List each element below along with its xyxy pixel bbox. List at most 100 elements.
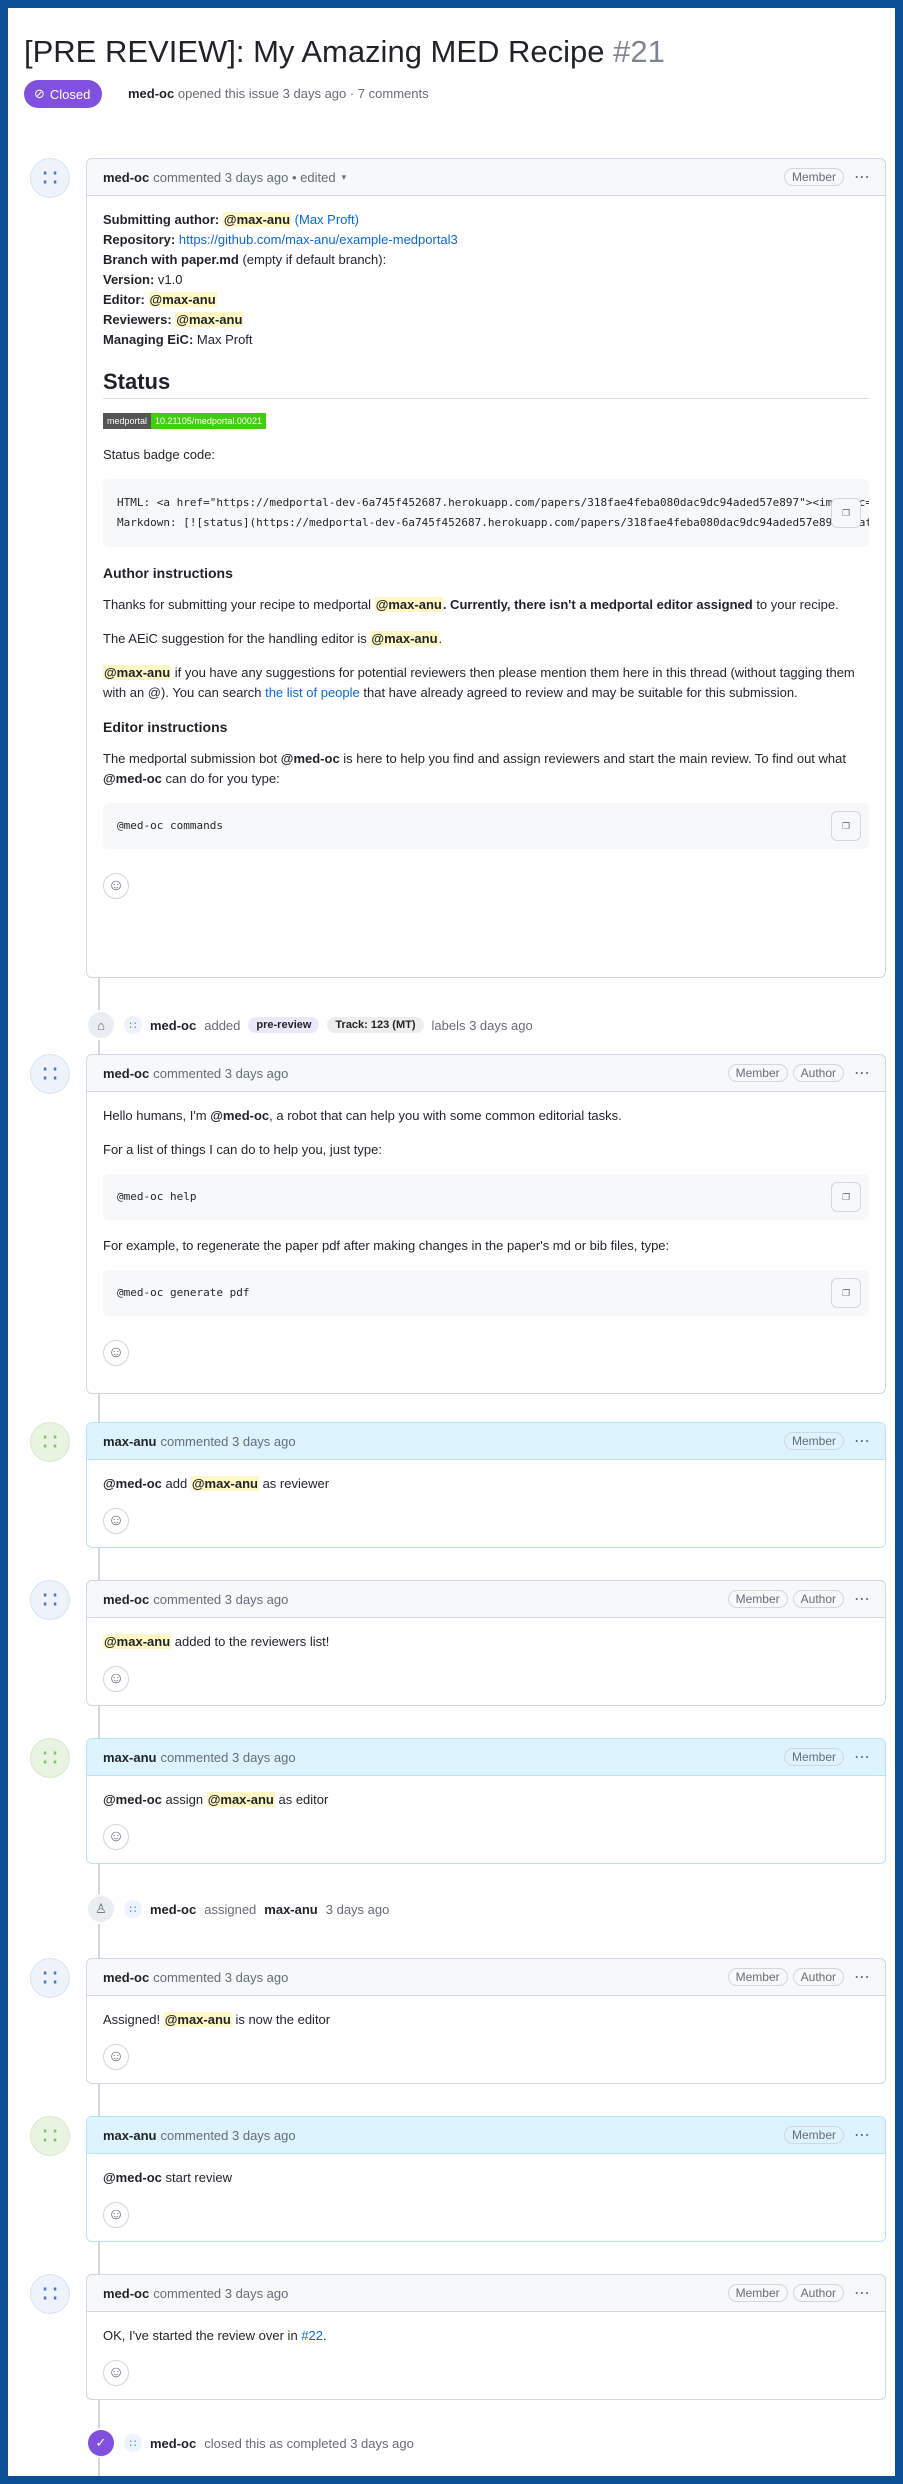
comment-meta[interactable]: commented 3 days ago bbox=[160, 1750, 295, 1765]
bot-mention[interactable]: @med-oc bbox=[103, 1792, 162, 1807]
kebab-horizontal-icon[interactable]: ⋯ bbox=[854, 2283, 871, 2303]
mention[interactable]: @max-anu bbox=[163, 2012, 232, 2027]
identicon-icon: ∷ bbox=[42, 1744, 58, 1772]
author-instructions-heading: Author instructions bbox=[103, 565, 233, 581]
bot-mention[interactable]: @med-oc bbox=[103, 1476, 162, 1491]
kebab-horizontal-icon[interactable]: ⋯ bbox=[854, 1589, 871, 1609]
label-pre-review[interactable]: pre-review bbox=[248, 1017, 320, 1033]
avatar[interactable]: ∷ bbox=[30, 1422, 70, 1462]
mention[interactable]: @max-anu bbox=[370, 631, 439, 646]
comment-2: med-oc commented 3 days ago Member Autho… bbox=[86, 1054, 886, 1394]
avatar[interactable]: ∷ bbox=[30, 2116, 70, 2156]
review-issue-link[interactable]: #22 bbox=[301, 2328, 323, 2343]
mention[interactable]: @max-anu bbox=[190, 1476, 259, 1491]
mention[interactable]: @max-anu bbox=[374, 597, 443, 612]
repository-link[interactable]: https://github.com/max-anu/example-medpo… bbox=[179, 232, 458, 247]
avatar[interactable]: ∷ bbox=[30, 1054, 70, 1094]
add-reaction-button[interactable]: ☺ bbox=[103, 873, 129, 899]
label: Submitting author: bbox=[103, 212, 220, 227]
issue-page: [PRE REVIEW]: My Amazing MED Recipe #21 … bbox=[8, 8, 895, 2476]
status-badge[interactable]: medportal 10.21105/medportal.00021 bbox=[103, 413, 266, 429]
comment-meta[interactable]: commented 3 days ago bbox=[153, 2286, 288, 2301]
comment-meta[interactable]: commented 3 days ago bbox=[160, 1434, 295, 1449]
identicon-icon: ∷ bbox=[42, 1060, 58, 1088]
label-track[interactable]: Track: 123 (MT) bbox=[327, 1017, 424, 1033]
kebab-horizontal-icon[interactable]: ⋯ bbox=[854, 2125, 871, 2145]
add-reaction-button[interactable]: ☺ bbox=[103, 1340, 129, 1366]
author-instructions-p3: @max-anu if you have any suggestions for… bbox=[103, 663, 869, 703]
comment-meta[interactable]: commented 3 days ago bbox=[160, 2128, 295, 2143]
event-actor[interactable]: med-oc bbox=[150, 1018, 196, 1033]
comment-header: med-oc commented 3 days ago Member Autho… bbox=[87, 1581, 885, 1618]
add-reaction-button[interactable]: ☺ bbox=[103, 1508, 129, 1534]
comment-meta[interactable]: commented 3 days ago bbox=[153, 1592, 288, 1607]
copy-button[interactable]: ❐ bbox=[831, 1182, 861, 1212]
avatar[interactable]: ∷ bbox=[30, 2274, 70, 2314]
kebab-horizontal-icon[interactable]: ⋯ bbox=[854, 1747, 871, 1767]
event-target[interactable]: max-anu bbox=[264, 1902, 317, 1917]
add-reaction-button[interactable]: ☺ bbox=[103, 1666, 129, 1692]
issue-title-text: [PRE REVIEW]: My Amazing MED Recipe bbox=[24, 34, 605, 69]
mention[interactable]: @max-anu bbox=[175, 312, 244, 327]
comment-author[interactable]: max-anu bbox=[103, 1434, 156, 1449]
avatar[interactable]: ∷ bbox=[30, 1958, 70, 1998]
text: OK, I've started the review over in bbox=[103, 2328, 302, 2343]
copy-button[interactable]: ❐ bbox=[831, 1278, 861, 1308]
issue-opener[interactable]: med-oc bbox=[128, 86, 174, 101]
add-reaction-button[interactable]: ☺ bbox=[103, 2044, 129, 2070]
chevron-down-icon[interactable]: ▾ bbox=[342, 172, 347, 183]
text: to your recipe. bbox=[752, 597, 839, 612]
mention[interactable]: @max-anu bbox=[103, 665, 172, 680]
comment-author[interactable]: med-oc bbox=[103, 1066, 149, 1081]
event-text: closed this as completed 3 days ago bbox=[204, 2435, 414, 2451]
mention[interactable]: @max-anu bbox=[103, 1634, 172, 1649]
comment-author[interactable]: med-oc bbox=[103, 1970, 149, 1985]
mention[interactable]: @max-anu bbox=[148, 292, 217, 307]
comment-author[interactable]: max-anu bbox=[103, 1750, 156, 1765]
comment-header: max-anu commented 3 days ago Member ⋯ bbox=[87, 1423, 885, 1460]
add-reaction-button[interactable]: ☺ bbox=[103, 2202, 129, 2228]
add-reaction-button[interactable]: ☺ bbox=[103, 1824, 129, 1850]
text: . bbox=[323, 2328, 327, 2343]
member-badge: Member bbox=[783, 2126, 844, 2144]
mention[interactable]: @max-anu bbox=[222, 212, 292, 227]
kebab-horizontal-icon[interactable]: ⋯ bbox=[854, 1431, 871, 1451]
copy-button[interactable]: ❐ bbox=[831, 811, 861, 841]
bot-mention[interactable]: @med-oc bbox=[103, 771, 162, 786]
event-actor[interactable]: med-oc bbox=[150, 1902, 196, 1917]
bot-mention[interactable]: @med-oc bbox=[210, 1108, 269, 1123]
mention[interactable]: @max-anu bbox=[206, 1792, 275, 1807]
copy-button[interactable]: ❐ bbox=[831, 498, 861, 528]
add-reaction-button[interactable]: ☺ bbox=[103, 2360, 129, 2386]
avatar[interactable]: ∷ bbox=[30, 1580, 70, 1620]
author-name-link[interactable]: (Max Proft) bbox=[295, 212, 359, 227]
bot-mention[interactable]: @med-oc bbox=[281, 751, 340, 766]
kebab-horizontal-icon[interactable]: ⋯ bbox=[854, 1967, 871, 1987]
event-action: assigned bbox=[204, 1901, 257, 1917]
kebab-horizontal-icon[interactable]: ⋯ bbox=[854, 1063, 871, 1083]
comment-body: Submitting author: @max-anu (Max Proft) … bbox=[87, 196, 885, 915]
code-block: @med-oc commands ❐ bbox=[103, 803, 869, 849]
comment-author[interactable]: max-anu bbox=[103, 2128, 156, 2143]
comment-meta[interactable]: commented 3 days ago • edited bbox=[153, 170, 335, 185]
comment-meta[interactable]: commented 3 days ago bbox=[153, 1066, 288, 1081]
comment-author[interactable]: med-oc bbox=[103, 170, 149, 185]
label: Branch with paper.md bbox=[103, 252, 239, 267]
event-actor[interactable]: med-oc bbox=[150, 2436, 196, 2451]
identicon-icon[interactable]: ∷ bbox=[124, 2434, 142, 2452]
text: assign bbox=[161, 1792, 207, 1807]
text: as reviewer bbox=[258, 1476, 330, 1491]
comment-author[interactable]: med-oc bbox=[103, 2286, 149, 2301]
avatar[interactable]: ∷ bbox=[30, 1738, 70, 1778]
bot-mention[interactable]: @med-oc bbox=[103, 2170, 162, 2185]
comment-meta[interactable]: commented 3 days ago bbox=[153, 1970, 288, 1985]
identicon-icon[interactable]: ∷ bbox=[124, 1016, 142, 1034]
avatar[interactable]: ∷ bbox=[30, 158, 70, 198]
identicon-icon[interactable]: ∷ bbox=[124, 1900, 142, 1918]
kebab-horizontal-icon[interactable]: ⋯ bbox=[854, 167, 871, 187]
text: add bbox=[161, 1476, 191, 1491]
code-text: @med-oc generate pdf bbox=[117, 1286, 250, 1299]
comment-author[interactable]: med-oc bbox=[103, 1592, 149, 1607]
author-badge: Author bbox=[792, 1590, 844, 1608]
people-list-link[interactable]: the list of people bbox=[265, 685, 360, 700]
